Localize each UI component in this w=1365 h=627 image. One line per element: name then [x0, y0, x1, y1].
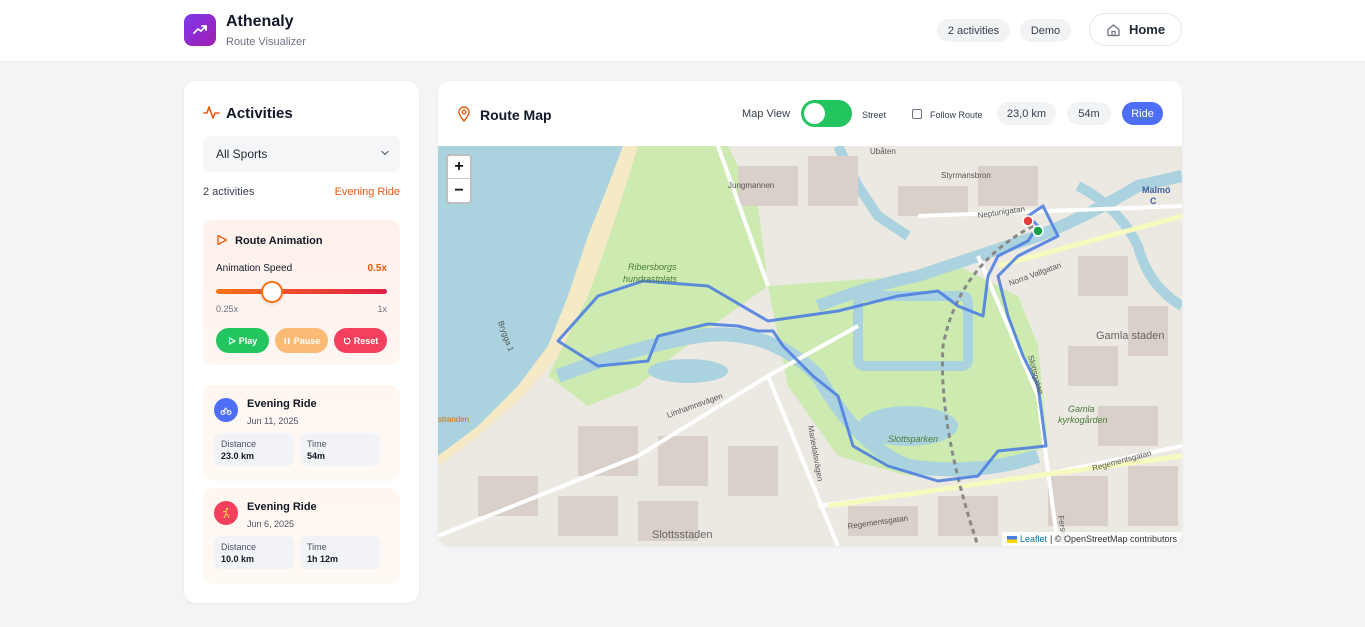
animation-speed-label: Animation Speed	[216, 263, 293, 274]
reset-button[interactable]: Reset	[334, 328, 387, 353]
time-badge: 54m	[1067, 102, 1111, 125]
activity-date: Jun 11, 2025	[247, 416, 299, 426]
distance-stat: Distance 23.0 km	[214, 433, 294, 466]
route-animation-title: Route Animation	[235, 235, 323, 247]
activity-type-badge: Ride	[1122, 102, 1163, 125]
time-label: Time	[307, 439, 327, 449]
map-canvas[interactable]: Ribersborgs hundrastplats Slottsparken G…	[438, 146, 1182, 546]
map-pin-icon	[458, 106, 470, 122]
activity-name: Evening Ride	[247, 501, 317, 513]
chevron-down-icon	[381, 150, 389, 156]
trending-up-icon	[193, 25, 207, 34]
map-view-toggle[interactable]	[801, 100, 852, 127]
map-label-gamla-kyrk: Gamla	[1068, 404, 1095, 414]
follow-route-checkbox[interactable]	[912, 109, 922, 119]
home-icon	[1107, 23, 1120, 36]
play-button[interactable]: Play	[216, 328, 269, 353]
map-label-park: Ribersborgs	[628, 262, 677, 272]
map-label-slottsparken: Slottsparken	[888, 434, 938, 444]
activity-pulse-icon	[203, 106, 220, 119]
activity-card[interactable]: Evening Ride Jun 11, 2025 Distance 23.0 …	[203, 385, 400, 481]
route-map-title: Route Map	[480, 107, 552, 123]
top-bar: Athenaly Route Visualizer 2 activities D…	[0, 0, 1365, 62]
selected-activity-name: Evening Ride	[334, 186, 400, 198]
map-label-malmo-c: C	[1150, 196, 1157, 206]
attribution-text: | © OpenStreetMap contributors	[1049, 534, 1177, 544]
time-label: Time	[307, 542, 327, 552]
toggle-knob	[804, 103, 825, 124]
sport-filter-value: All Sports	[216, 147, 268, 161]
play-icon	[228, 336, 236, 345]
distance-label: Distance	[221, 542, 257, 552]
zoom-in-button[interactable]: +	[448, 156, 470, 179]
map-label-stranden: stranden	[438, 415, 469, 424]
street-label: Street	[862, 110, 887, 120]
reset-icon	[343, 337, 351, 344]
time-value: 54m	[307, 451, 326, 461]
activity-avatar	[214, 398, 238, 422]
sidebar-title: Activities	[226, 105, 293, 122]
map-label-jungmannen: Jungmannen	[728, 181, 774, 190]
activity-count: 2 activities	[203, 186, 255, 198]
slider-thumb[interactable]	[261, 281, 284, 303]
map-label-malmo: Malmö	[1142, 185, 1171, 195]
activities-count-badge: 2 activities	[937, 19, 1010, 42]
zoom-control: + −	[446, 154, 472, 204]
distance-stat: Distance 10.0 km	[214, 536, 294, 569]
home-label: Home	[1128, 22, 1166, 37]
distance-value: 23.0 km	[221, 451, 255, 461]
map-label-gamla-kyrk-2: kyrkogården	[1058, 415, 1108, 425]
leaflet-link[interactable]: Leaflet	[1020, 534, 1047, 544]
slider-max-label: 1x	[377, 304, 387, 314]
demo-badge: Demo	[1020, 19, 1071, 42]
reset-label: Reset	[353, 335, 379, 346]
app-subtitle: Route Visualizer	[226, 36, 306, 48]
pause-icon	[284, 337, 290, 344]
animation-speed-slider[interactable]	[216, 281, 387, 303]
zoom-out-button[interactable]: −	[448, 179, 470, 202]
map-label-park-2: hundrastplats	[623, 274, 678, 284]
distance-badge: 23,0 km	[997, 102, 1056, 125]
app-title: Athenaly	[226, 13, 294, 30]
app-logo[interactable]	[184, 14, 216, 46]
map-label-slottsstaden: Slottsstaden	[652, 529, 713, 541]
activity-date: Jun 6, 2025	[247, 519, 295, 529]
map-label-gamla-staden: Gamla staden	[1096, 330, 1164, 342]
activity-card[interactable]: Evening Ride Jun 6, 2025 Distance 10.0 k…	[203, 488, 400, 584]
pause-label: Pause	[293, 335, 321, 346]
runner-icon	[222, 507, 230, 519]
ukraine-flag-icon	[1006, 535, 1017, 543]
activity-avatar	[214, 501, 238, 525]
route-map-panel: Route Map Map View Street Follow Route 2…	[438, 81, 1182, 546]
map-attribution: Leaflet | © OpenStreetMap contributors	[1001, 532, 1182, 546]
distance-label: Distance	[221, 439, 257, 449]
map-label-styrmansbron: Styrmansbron	[941, 171, 991, 180]
route-animation-card: Route Animation Animation Speed 0.5x 0.2…	[203, 220, 400, 365]
activity-name: Evening Ride	[247, 398, 317, 410]
distance-value: 10.0 km	[221, 554, 255, 564]
time-stat: Time 1h 12m	[300, 536, 380, 569]
play-outline-icon	[217, 234, 228, 246]
time-stat: Time 54m	[300, 433, 380, 466]
map-tiles[interactable]: Ribersborgs hundrastplats Slottsparken G…	[438, 146, 1182, 546]
map-view-label: Map View	[742, 108, 791, 120]
home-button[interactable]: Home	[1089, 13, 1182, 46]
follow-route-label[interactable]: Follow Route	[930, 110, 983, 120]
pause-button[interactable]: Pause	[275, 328, 328, 353]
map-label-ubaten: Ubåten	[870, 147, 896, 156]
slider-min-label: 0.25x	[216, 304, 239, 314]
bike-icon	[220, 407, 232, 415]
time-value: 1h 12m	[307, 554, 339, 564]
activities-sidebar: Activities All Sports 2 activities Eveni…	[184, 81, 419, 603]
play-label: Play	[238, 335, 258, 346]
sport-filter-select[interactable]: All Sports	[203, 136, 400, 172]
animation-speed-value: 0.5x	[367, 263, 387, 274]
